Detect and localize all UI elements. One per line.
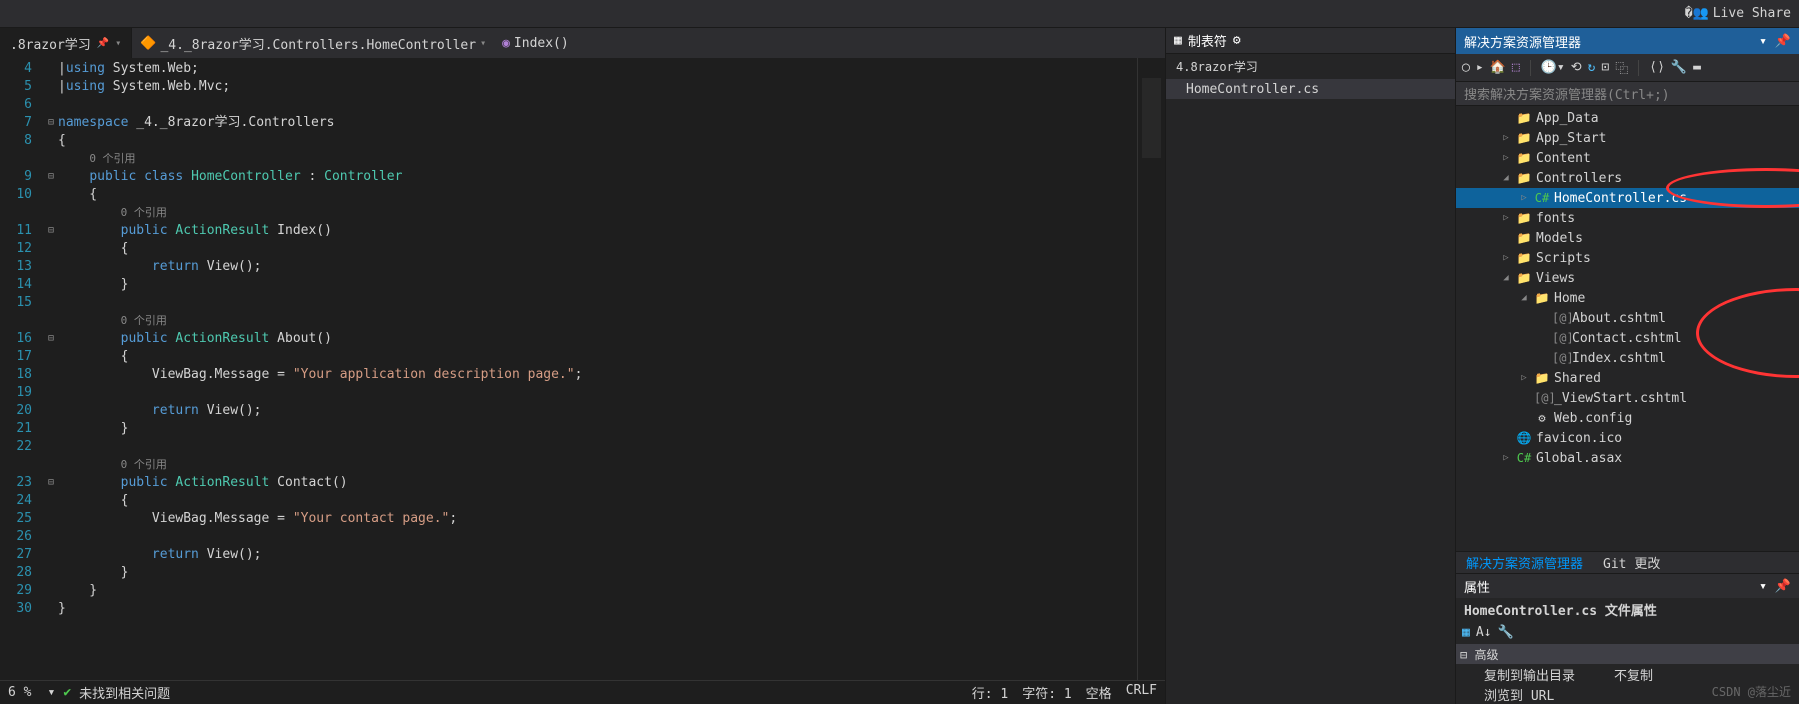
main-area: .8razor学习 📌 ▾ 🔶 _4._8razor学习.Controllers… — [0, 28, 1799, 704]
status-col[interactable]: 字符: 1 — [1022, 683, 1071, 702]
wrench-icon[interactable]: 🔧 — [1671, 60, 1687, 75]
code-icon[interactable]: ⟨⟩ — [1649, 60, 1665, 75]
tab-file[interactable]: .8razor学习 📌 ▾ — [0, 28, 132, 58]
solution-title: 解决方案资源管理器 — [1464, 32, 1581, 51]
collapse-icon[interactable]: ⟲ — [1571, 60, 1582, 75]
gear-icon[interactable] — [1233, 33, 1241, 48]
wrench-icon[interactable]: 🔧 — [1497, 625, 1513, 640]
pin-icon[interactable]: ▾ 📌 — [1759, 579, 1791, 594]
copy-icon[interactable]: ⿻ — [1615, 58, 1628, 77]
tabs-icon: ▦ — [1174, 33, 1182, 48]
status-line[interactable]: 行: 1 — [972, 683, 1008, 702]
tree-item[interactable]: 📁App_Data — [1456, 108, 1799, 128]
open-file-label: HomeController.cs — [1186, 82, 1319, 97]
check-icon: ✔ — [63, 685, 71, 700]
editor-body: 4567891011121314151617181920212223242526… — [0, 58, 1165, 680]
solution-header: 解决方案资源管理器 ▾ 📌 — [1456, 28, 1799, 54]
code-content[interactable]: |using System.Web;|using System.Web.Mvc;… — [58, 58, 1137, 680]
solution-tree[interactable]: 📁App_Data▷📁App_Start▷📁Content◢📁Controlle… — [1456, 106, 1799, 551]
tree-item[interactable]: ◢📁Controllers — [1456, 168, 1799, 188]
tree-item[interactable]: ⚙Web.config — [1456, 408, 1799, 428]
properties-panel: 属性 ▾ 📌 HomeController.cs 文件属性 ▦ A↓ 🔧 ⊟ 高… — [1456, 573, 1799, 704]
solution-search[interactable]: 搜索解决方案资源管理器(Ctrl+;) — [1456, 82, 1799, 106]
props-title: 属性 — [1464, 577, 1490, 596]
props-val: 不复制 — [1614, 665, 1653, 684]
home-icon[interactable]: 🏠 — [1490, 60, 1506, 75]
status-enc[interactable]: CRLF — [1126, 683, 1157, 702]
showall-icon[interactable]: ⊡ — [1601, 60, 1609, 75]
props-row[interactable]: 浏览到 URL — [1456, 684, 1799, 704]
tree-item[interactable]: ▷C#HomeController.cs — [1456, 188, 1799, 208]
dropdown-icon[interactable]: ▾ — [115, 38, 121, 49]
minimap[interactable] — [1137, 58, 1165, 680]
props-key: 浏览到 URL — [1484, 685, 1614, 704]
alpha-icon[interactable]: A↓ — [1476, 625, 1492, 640]
sol-tab-git[interactable]: Git 更改 — [1593, 552, 1670, 574]
solution-toolbar: ◯ ▸ 🏠 ⬚ 🕒▾ ⟲ ↻ ⊡ ⿻ ⟨⟩ 🔧 ▬ — [1456, 54, 1799, 82]
tabs-panel: ▦ 制表符 4.8razor学习 HomeController.cs — [1165, 28, 1455, 704]
status-pct: 6 % — [8, 685, 31, 700]
props-header: 属性 ▾ 📌 — [1456, 574, 1799, 598]
pin-icon[interactable]: 📌 — [97, 38, 109, 49]
solution-bottom-tabs: 解决方案资源管理器 Git 更改 — [1456, 551, 1799, 573]
breadcrumb-method[interactable]: ◉ Index() — [494, 36, 577, 51]
props-row[interactable]: 复制到输出目录 不复制 — [1456, 664, 1799, 684]
tree-item[interactable]: ▷📁App_Start — [1456, 128, 1799, 148]
switch-icon[interactable]: ⬚ — [1512, 60, 1520, 75]
fold-column[interactable]: ⊟⊟⊟⊟⊟ — [44, 58, 58, 680]
tabs-panel-header: ▦ 制表符 — [1166, 28, 1455, 54]
tree-item[interactable]: 🌐favicon.ico — [1456, 428, 1799, 448]
editor-status-bar: 6 % ▾ ✔ 未找到相关问题 行: 1 字符: 1 空格 CRLF — [0, 680, 1165, 704]
line-gutter: 4567891011121314151617181920212223242526… — [0, 58, 44, 680]
tree-item[interactable]: [@]_ViewStart.cshtml — [1456, 388, 1799, 408]
tab-label: .8razor学习 — [10, 34, 91, 53]
props-sub: HomeController.cs 文件属性 — [1456, 598, 1799, 620]
tree-item[interactable]: ◢📁Home — [1456, 288, 1799, 308]
dropdown-icon[interactable]: ▾ — [480, 38, 486, 49]
method-icon: ◉ — [502, 36, 510, 51]
class-icon: 🔶 — [140, 36, 156, 51]
tree-item[interactable]: [@]Contact.cshtml — [1456, 328, 1799, 348]
tabs-panel-title: 制表符 — [1188, 31, 1227, 50]
sync-icon[interactable]: 🕒▾ — [1541, 60, 1565, 75]
breadcrumb-class[interactable]: 🔶 _4._8razor学习.Controllers.HomeControlle… — [132, 34, 494, 53]
minus-icon[interactable]: ▬ — [1693, 60, 1701, 75]
status-issues[interactable]: 未找到相关问题 — [79, 683, 170, 702]
crumb-label: Index() — [514, 36, 569, 51]
tree-item[interactable]: ▷C#Global.asax — [1456, 448, 1799, 468]
props-sub-label: HomeController.cs 文件属性 — [1464, 600, 1657, 619]
editor-area: .8razor学习 📌 ▾ 🔶 _4._8razor学习.Controllers… — [0, 28, 1165, 704]
tree-item[interactable]: 📁Models — [1456, 228, 1799, 248]
live-share-icon[interactable]: �👥 — [1685, 6, 1709, 21]
back-icon[interactable]: ◯ — [1462, 60, 1470, 75]
main-toolbar: �👥 Live Share — [0, 0, 1799, 28]
status-spc[interactable]: 空格 — [1086, 683, 1112, 702]
search-placeholder: 搜索解决方案资源管理器(Ctrl+;) — [1464, 84, 1670, 103]
tree-item[interactable]: [@]About.cshtml — [1456, 308, 1799, 328]
solution-panel: 解决方案资源管理器 ▾ 📌 ◯ ▸ 🏠 ⬚ 🕒▾ ⟲ ↻ ⊡ ⿻ ⟨⟩ 🔧 ▬ … — [1455, 28, 1799, 704]
category-icon[interactable]: ▦ — [1462, 625, 1470, 640]
crumb-label: _4._8razor学习.Controllers.HomeController — [160, 34, 476, 53]
tree-item[interactable]: ◢📁Views — [1456, 268, 1799, 288]
open-file-item[interactable]: HomeController.cs — [1166, 79, 1455, 99]
tree-item[interactable]: ▷📁Content — [1456, 148, 1799, 168]
props-toolbar: ▦ A↓ 🔧 — [1456, 620, 1799, 644]
live-share-label[interactable]: Live Share — [1713, 6, 1791, 21]
props-category[interactable]: ⊟ 高级 — [1456, 644, 1799, 664]
tree-item[interactable]: ▷📁fonts — [1456, 208, 1799, 228]
dropdown-icon[interactable]: ▾ 📌 — [1759, 34, 1791, 49]
tree-item[interactable]: ▷📁Shared — [1456, 368, 1799, 388]
tree-item[interactable]: ▷📁Scripts — [1456, 248, 1799, 268]
props-key: 复制到输出目录 — [1484, 665, 1614, 684]
sol-tab-explorer[interactable]: 解决方案资源管理器 — [1456, 552, 1593, 574]
tabs-crumb[interactable]: 4.8razor学习 — [1166, 54, 1455, 79]
tabs-bar: .8razor学习 📌 ▾ 🔶 _4._8razor学习.Controllers… — [0, 28, 1165, 58]
refresh-icon[interactable]: ↻ — [1588, 60, 1596, 75]
fwd-icon[interactable]: ▸ — [1476, 60, 1484, 75]
tree-item[interactable]: [@]Index.cshtml — [1456, 348, 1799, 368]
